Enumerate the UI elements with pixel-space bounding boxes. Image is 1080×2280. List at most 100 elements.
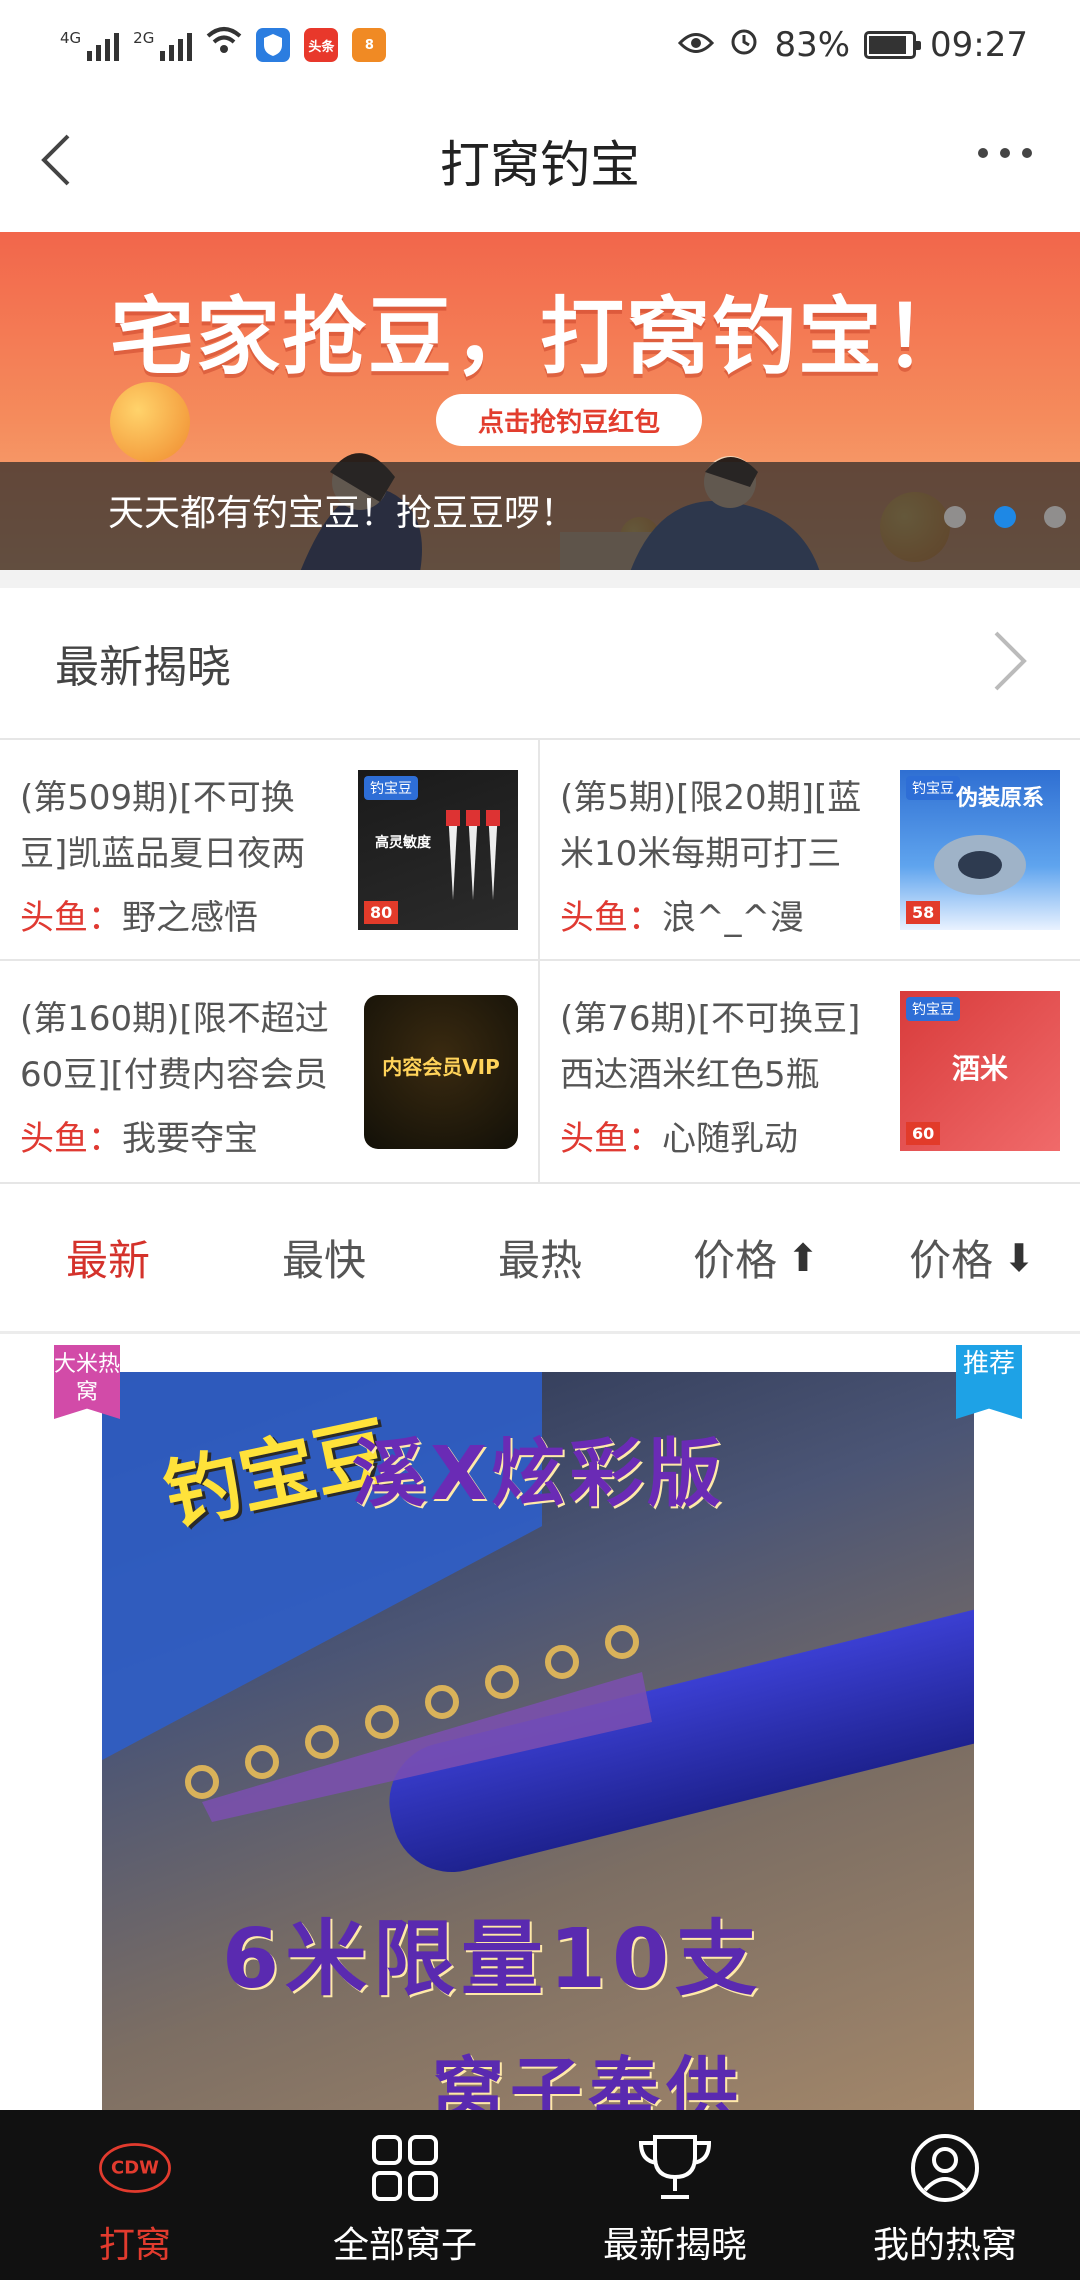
section-title: 最新揭晓 — [55, 642, 231, 693]
reveal-item[interactable]: (第76期)[不可换豆]西达酒米红色5瓶 头鱼：心随乳动 钓宝豆 酒米 60 — [540, 961, 1080, 1182]
tab-label: 打窝 — [98, 2225, 171, 2266]
product-image: 钓宝豆 溪X炫彩版 6米限量10支 窝子奉供 — [102, 1372, 974, 2110]
winner-name: 我要夺宝 — [122, 1119, 258, 1159]
thumb-text: 酒米 — [951, 1052, 1008, 1085]
eye-icon — [678, 25, 715, 65]
tab-hottest[interactable]: 最热 — [432, 1227, 648, 1288]
reveal-item-winner: 头鱼：野之感悟 — [20, 890, 258, 939]
shield-app-icon — [256, 28, 291, 62]
wifi-icon — [206, 25, 242, 65]
image-title-text: 溪X炫彩版 — [352, 1431, 726, 1517]
tab-label: 最热 — [497, 1236, 582, 1285]
reveal-item-winner: 头鱼：我要夺宝 — [20, 1111, 258, 1160]
reveal-item-title: (第5期)[限20期][蓝米10米每期可打三 — [560, 778, 862, 874]
network-type-1: 4G — [60, 29, 82, 47]
winner-name: 浪^_^漫 — [662, 898, 804, 938]
tab-price-asc[interactable]: 价格 ⬆ — [648, 1227, 864, 1288]
thumb-text: 高灵敏度 — [375, 835, 431, 851]
banner-headline: 宅家抢豆，打窝钓宝！ — [109, 288, 970, 386]
tab-price-desc[interactable]: 价格 ⬇ — [864, 1227, 1080, 1288]
back-arrow-icon[interactable] — [30, 130, 90, 190]
product-card[interactable]: 钓宝豆 溪X炫彩版 6米限量10支 窝子奉供 大米热窝 推荐 — [0, 1337, 1080, 2110]
tab-latest-reveal[interactable]: 最新揭晓 — [540, 2110, 810, 2280]
alarm-icon — [728, 25, 760, 66]
winner-name: 心随乳动 — [662, 1119, 798, 1159]
svg-text:CDW: CDW — [111, 2158, 159, 2179]
carousel-dot[interactable] — [944, 506, 966, 528]
reveal-item-title: (第509期)[不可换豆]凯蓝品夏日夜两 — [20, 778, 306, 874]
reveal-item-title: (第160期)[限不超过60豆][付费内容会员 — [20, 999, 329, 1095]
tab-label: 最快 — [281, 1236, 366, 1285]
latest-reveal-header[interactable]: 最新揭晓 — [0, 588, 1080, 738]
promo-banner[interactable]: 宅家抢豆，打窝钓宝！ 点击抢钓豆红包 天天都有钓宝豆！抢豆豆啰！ — [0, 232, 1080, 570]
toutiao-app-icon: 头条 — [304, 28, 339, 62]
battery-icon — [864, 31, 922, 59]
tab-label: 我的热窝 — [872, 2225, 1017, 2266]
thumb-tag: 钓宝豆 — [906, 997, 960, 1021]
reveal-grid: (第509期)[不可换豆]凯蓝品夏日夜两 头鱼：野之感悟 钓宝豆 高灵敏度 80… — [0, 738, 1080, 1184]
bottom-tab-bar: CDW 打窝 全部窝子 最新揭晓 我的热窝 — [0, 2110, 1080, 2280]
nav-bar: 打窝钓宝 — [0, 90, 1080, 232]
tab-my-hot-spots[interactable]: 我的热窝 — [810, 2110, 1080, 2280]
carousel-dot-active[interactable] — [994, 506, 1016, 528]
coin-icon — [110, 382, 190, 462]
hot-spot-badge: 大米热窝 — [54, 1345, 120, 1419]
reveal-item[interactable]: (第5期)[限20期][蓝米10米每期可打三 头鱼：浪^_^漫 钓宝豆 伪装原系… — [540, 740, 1080, 961]
thumb-text: 伪装原系 — [955, 786, 1044, 811]
status-bar: 4G 2G 头条 8 83% 09:27 — [0, 0, 1080, 90]
carousel-indicator — [944, 506, 1066, 528]
cdw-logo-icon: CDW — [97, 2130, 173, 2206]
winner-label: 头鱼： — [20, 898, 122, 938]
fishing-line-spool-icon — [934, 835, 1026, 895]
product-thumbnail: 钓宝豆 酒米 60 — [900, 991, 1060, 1151]
section-divider — [0, 570, 1080, 588]
status-left: 4G 2G 头条 8 — [60, 25, 387, 65]
thumb-price: 80 — [364, 901, 399, 924]
image-line-1: 6米限量10支 — [222, 1912, 764, 2007]
more-dots-icon[interactable] — [978, 148, 1032, 158]
sort-tabs: 最新 最快 最热 价格 ⬆ 价格 ⬇ — [0, 1184, 1080, 1334]
reveal-item-title: (第76期)[不可换豆]西达酒米红色5瓶 — [560, 999, 861, 1095]
winner-name: 野之感悟 — [122, 898, 258, 938]
tab-newest[interactable]: 最新 — [0, 1227, 216, 1288]
winner-label: 头鱼： — [560, 1119, 662, 1159]
thumb-tag: 钓宝豆 — [364, 776, 418, 800]
winner-label: 头鱼： — [20, 1119, 122, 1159]
tab-label: 价格 — [909, 1236, 994, 1285]
image-line-2: 窝子奉供 — [432, 2049, 745, 2110]
tab-home[interactable]: CDW 打窝 — [0, 2110, 270, 2280]
page-title: 打窝钓宝 — [440, 136, 640, 194]
thumb-text: 内容会员VIP — [382, 1055, 500, 1079]
float-icon — [446, 810, 500, 900]
reveal-item[interactable]: (第509期)[不可换豆]凯蓝品夏日夜两 头鱼：野之感悟 钓宝豆 高灵敏度 80 — [0, 740, 540, 961]
reveal-item[interactable]: (第160期)[限不超过60豆][付费内容会员 头鱼：我要夺宝 内容会员VIP — [0, 961, 540, 1182]
status-right: 83% 09:27 — [678, 25, 1028, 66]
signal-2g-icon: 2G — [133, 29, 193, 61]
thumb-price: 60 — [906, 1122, 941, 1145]
tab-label: 最新 — [65, 1236, 150, 1285]
winner-label: 头鱼： — [560, 898, 662, 938]
chevron-right-icon — [990, 629, 1030, 697]
reveal-item-winner: 头鱼：心随乳动 — [560, 1111, 798, 1160]
app-badge-icon: 8 — [352, 28, 387, 62]
product-thumbnail: 钓宝豆 高灵敏度 80 — [358, 770, 518, 930]
product-thumbnail: 钓宝豆 伪装原系 58 — [900, 770, 1060, 930]
carousel-dot[interactable] — [1044, 506, 1066, 528]
banner-caption: 天天都有钓宝豆！抢豆豆啰！ — [108, 493, 577, 534]
tab-label: 全部窝子 — [332, 2225, 477, 2266]
battery-percent: 83% — [774, 25, 851, 65]
tab-label: 价格 — [693, 1236, 778, 1285]
arrow-down-icon: ⬇ — [1003, 1235, 1035, 1280]
reveal-item-winner: 头鱼：浪^_^漫 — [560, 890, 804, 939]
tab-fastest[interactable]: 最快 — [216, 1227, 432, 1288]
tab-all-spots[interactable]: 全部窝子 — [270, 2110, 540, 2280]
grid-icon — [367, 2130, 443, 2206]
signal-4g-icon: 4G — [60, 29, 120, 61]
network-type-2: 2G — [133, 29, 155, 47]
rod-rings-illustration — [185, 1625, 652, 1822]
user-icon — [907, 2130, 983, 2206]
clock-time: 09:27 — [930, 25, 1028, 65]
thumb-price: 58 — [906, 901, 941, 924]
tab-label: 最新揭晓 — [602, 2225, 747, 2266]
arrow-up-icon: ⬆ — [787, 1235, 819, 1280]
